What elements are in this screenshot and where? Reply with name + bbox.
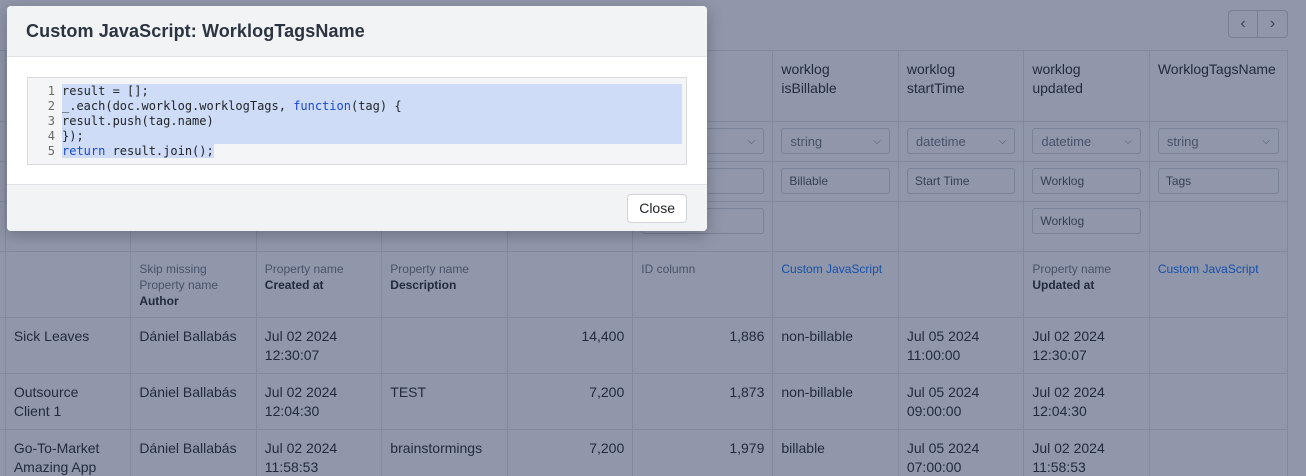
code-text: }); bbox=[62, 129, 84, 143]
code-text: (tag) { bbox=[350, 99, 402, 113]
close-button[interactable]: Close bbox=[627, 193, 687, 223]
code-keyword: return bbox=[62, 144, 106, 158]
line-number: 4 bbox=[47, 129, 55, 143]
code-line: result = []; bbox=[62, 84, 682, 99]
code-line: return result.join(); bbox=[62, 144, 682, 159]
dialog-footer: Close bbox=[7, 184, 707, 231]
code-line: _.each(doc.worklog.worklogTags, function… bbox=[62, 99, 682, 114]
code-line: }); bbox=[62, 129, 682, 144]
code-lines[interactable]: result = []; _.each(doc.worklog.worklogTa… bbox=[62, 84, 682, 164]
code-keyword: function bbox=[293, 99, 351, 113]
line-number: 2 bbox=[47, 99, 55, 113]
code-editor[interactable]: 12345 result = []; _.each(doc.worklog.wor… bbox=[27, 77, 687, 165]
line-numbers: 12345 bbox=[28, 84, 62, 164]
line-number: 3 bbox=[47, 114, 55, 128]
code-text: result.push(tag.name) bbox=[62, 114, 214, 128]
custom-javascript-dialog: Custom JavaScript: WorklogTagsName 12345… bbox=[7, 6, 707, 231]
code-text: result = []; bbox=[62, 84, 149, 98]
line-number: 5 bbox=[47, 144, 55, 158]
line-number: 1 bbox=[47, 84, 55, 98]
code-text: result.join(); bbox=[105, 144, 214, 158]
code-line: result.push(tag.name) bbox=[62, 114, 682, 129]
dialog-header: Custom JavaScript: WorklogTagsName bbox=[7, 6, 707, 57]
dialog-body: 12345 result = []; _.each(doc.worklog.wor… bbox=[7, 57, 707, 184]
dialog-title: Custom JavaScript: WorklogTagsName bbox=[26, 20, 365, 41]
code-text: _.each(doc.worklog.worklogTags, bbox=[62, 99, 294, 113]
